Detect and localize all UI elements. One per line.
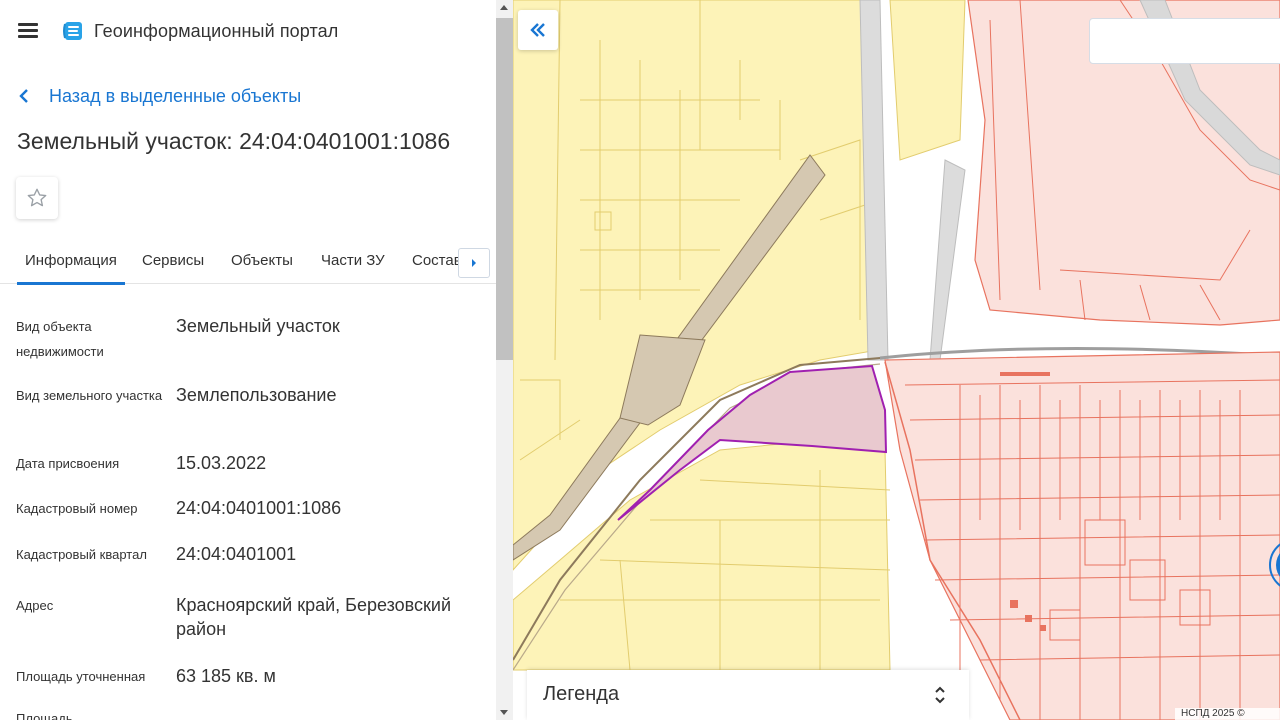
object-title: Земельный участок: 24:04:0401001:1086 <box>17 128 451 154</box>
legend-panel[interactable]: Легенда <box>527 670 969 720</box>
scroll-down-arrow[interactable] <box>500 710 508 715</box>
tab-services[interactable]: Сервисы <box>142 240 204 284</box>
expand-collapse-icon <box>935 686 945 704</box>
info-value: 24:04:0401001 <box>176 544 297 564</box>
location-marker-icon[interactable] <box>1256 530 1280 600</box>
collapse-panel-button[interactable] <box>518 10 558 50</box>
tab-information[interactable]: Информация <box>17 240 125 285</box>
tab-objects[interactable]: Объекты <box>231 240 293 284</box>
info-label: Вид объекта недвижимости <box>16 319 104 359</box>
back-to-selected-link[interactable]: Назад в выделенные объекты <box>18 84 301 108</box>
caret-right-icon <box>472 259 476 267</box>
info-label: Адрес <box>16 598 54 613</box>
legend-title: Легенда <box>543 683 620 705</box>
map-search-box[interactable] <box>1089 18 1280 64</box>
map-canvas[interactable] <box>513 0 1280 720</box>
info-label: Дата присвоения <box>16 456 120 471</box>
double-chevron-left-icon <box>530 23 545 37</box>
panel-scrollbar[interactable] <box>496 0 513 720</box>
star-outline-icon <box>27 188 47 207</box>
scroll-up-arrow[interactable] <box>500 5 508 10</box>
info-value: Красноярский край, Березовский район <box>176 595 452 639</box>
info-label: Кадастровый номер <box>16 501 138 516</box>
tab-bar: Информация Сервисы Объекты Части ЗУ Сост… <box>0 240 496 285</box>
info-panel: Геоинформационный портал Назад в выделен… <box>0 0 496 720</box>
tab-composition[interactable]: Состав <box>412 240 462 284</box>
info-label: Площадь уточненная <box>16 669 146 684</box>
info-value: 24:04:0401001:1086 <box>176 498 342 518</box>
chevron-left-icon <box>19 89 28 103</box>
info-value: Земельный участок <box>176 316 340 336</box>
info-label: Кадастровый квартал <box>16 547 147 562</box>
scroll-thumb[interactable] <box>496 18 513 360</box>
app-title: Геоинформационный портал <box>94 21 339 41</box>
favorite-button[interactable] <box>16 177 58 219</box>
back-link-label: Назад в выделенные объекты <box>49 85 302 106</box>
info-label: Площадь <box>16 711 73 720</box>
cadastral-map[interactable] <box>513 0 1280 720</box>
info-value: Землепользование <box>176 385 337 405</box>
tabs-scroll-right-button[interactable] <box>458 248 490 278</box>
portal-logo-icon <box>63 22 82 40</box>
info-value: 63 185 кв. м <box>176 666 276 686</box>
map-attribution: НСПД 2025 © <box>1175 708 1280 720</box>
info-value: 15.03.2022 <box>176 453 267 473</box>
info-label: Вид земельного участка <box>16 388 163 403</box>
top-bar: Геоинформационный портал <box>0 0 496 64</box>
tab-parts[interactable]: Части ЗУ <box>321 240 385 284</box>
hamburger-icon[interactable] <box>18 22 38 38</box>
